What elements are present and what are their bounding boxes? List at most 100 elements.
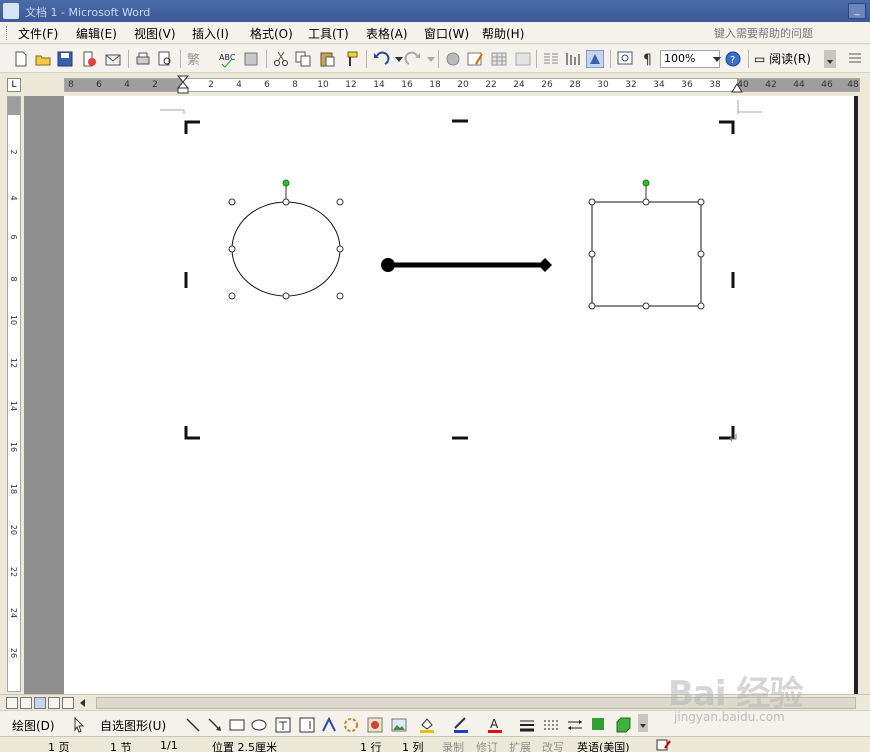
reading-layout-button[interactable]: ▭ 阅读(R) — [754, 50, 818, 68]
menu-format[interactable]: 格式(O) — [250, 25, 293, 42]
new-document-icon[interactable] — [12, 50, 30, 68]
diagram-icon[interactable] — [342, 716, 360, 734]
show-hide-icon[interactable]: ¶ — [640, 50, 658, 68]
status-rec[interactable]: 录制 — [442, 739, 464, 752]
menu-tools[interactable]: 工具(T) — [308, 25, 349, 42]
research-icon[interactable]: 繁 — [186, 50, 204, 68]
draw-menu[interactable]: 绘图(D) — [12, 717, 55, 734]
menu-window[interactable]: 窗口(W) — [424, 25, 469, 42]
paste-icon[interactable] — [318, 50, 336, 68]
text-box-icon[interactable] — [274, 716, 292, 734]
print-icon[interactable] — [134, 50, 152, 68]
autoshapes-menu[interactable]: 自选图形(U) — [100, 717, 166, 734]
rectangle-tool-icon[interactable] — [228, 716, 246, 734]
help-icon[interactable]: ? — [724, 50, 742, 68]
line-color-swatch — [454, 730, 468, 733]
status-language[interactable]: 英语(美国) — [577, 739, 630, 752]
status-ovr[interactable]: 改写 — [542, 739, 564, 752]
canvas-corner-bottom-right[interactable] — [719, 426, 735, 440]
menu-help[interactable]: 帮助(H) — [482, 25, 524, 42]
drawing-canvas[interactable] — [64, 96, 858, 694]
toolbar-separator — [266, 50, 267, 68]
oval-tool-icon[interactable] — [250, 716, 268, 734]
spelling-status-icon[interactable] — [656, 739, 672, 751]
open-icon[interactable] — [34, 50, 52, 68]
top-margin-shade — [8, 97, 20, 115]
dash-style-icon[interactable] — [542, 716, 560, 734]
canvas-corner-bottom-left[interactable] — [184, 426, 200, 440]
menu-edit[interactable]: 编辑(E) — [76, 25, 117, 42]
insert-table-icon[interactable] — [490, 50, 508, 68]
outline-view-button[interactable] — [48, 697, 60, 709]
research-book-icon[interactable] — [242, 50, 260, 68]
menubar-grip[interactable] — [6, 26, 9, 40]
canvas-corner-top-left[interactable] — [184, 120, 200, 134]
horizontal-ruler[interactable]: 8 6 4 2 2 4 6 8 10 12 14 16 18 20 22 24 … — [64, 75, 860, 95]
redo-icon[interactable] — [404, 50, 422, 68]
columns-icon[interactable] — [542, 50, 560, 68]
help-question-box[interactable]: 键入需要帮助的问题 — [714, 25, 856, 41]
font-color-icon[interactable]: A — [486, 716, 504, 734]
insert-picture-icon[interactable] — [390, 716, 408, 734]
save-icon[interactable] — [56, 50, 74, 68]
status-column: 1 列 — [402, 741, 424, 752]
fill-color-icon[interactable] — [418, 716, 436, 734]
toolbar-options-icon[interactable] — [822, 50, 840, 68]
shadow-style-icon[interactable] — [590, 716, 608, 734]
tables-borders-icon[interactable] — [466, 50, 484, 68]
reading-layout-view-button[interactable] — [62, 697, 74, 709]
vertical-ruler[interactable]: 2 4 6 8 10 12 14 16 18 20 22 24 26 — [7, 96, 21, 692]
undo-icon[interactable] — [372, 50, 390, 68]
horizontal-scroll-track[interactable] — [96, 697, 856, 709]
cut-icon[interactable] — [272, 50, 290, 68]
arrow-style-icon[interactable] — [566, 716, 584, 734]
insert-excel-icon[interactable] — [514, 50, 532, 68]
document-page[interactable] — [64, 96, 858, 694]
normal-view-button[interactable] — [6, 697, 18, 709]
ruler-label: 26 — [541, 80, 553, 90]
menu-file[interactable]: 文件(F) — [18, 25, 58, 42]
scroll-left-icon[interactable] — [78, 698, 88, 708]
menu-view[interactable]: 视图(V) — [134, 25, 176, 42]
menu-table[interactable]: 表格(A) — [366, 25, 408, 42]
wordart-icon[interactable] — [320, 716, 338, 734]
menu-insert[interactable]: 插入(I) — [192, 25, 229, 42]
document-map-icon[interactable] — [616, 50, 634, 68]
format-painter-icon[interactable] — [342, 50, 360, 68]
connector-line[interactable] — [381, 258, 552, 272]
read-label: 阅读(R) — [769, 52, 811, 66]
fill-color-swatch — [420, 730, 434, 733]
clip-art-icon[interactable] — [366, 716, 384, 734]
line-tool-icon[interactable] — [184, 716, 202, 734]
line-color-icon[interactable] — [452, 716, 470, 734]
drawing-icon[interactable] — [564, 50, 582, 68]
print-preview-icon[interactable] — [156, 50, 174, 68]
hyperlink-icon[interactable] — [444, 50, 462, 68]
indent-marker-icon[interactable] — [177, 75, 189, 95]
spelling-icon[interactable]: ABC — [218, 50, 236, 68]
status-ext[interactable]: 扩展 — [509, 739, 531, 752]
toolbar-options-icon[interactable] — [636, 714, 654, 732]
web-layout-view-button[interactable] — [20, 697, 32, 709]
status-line: 1 行 — [360, 741, 382, 752]
line-style-icon[interactable] — [518, 716, 536, 734]
word-app-icon[interactable] — [3, 3, 19, 19]
align-icon[interactable] — [846, 50, 864, 68]
vertical-text-box-icon[interactable] — [298, 716, 316, 734]
permission-icon[interactable] — [80, 50, 98, 68]
rectangle-shape[interactable] — [588, 179, 705, 310]
3d-style-icon[interactable] — [614, 716, 632, 734]
status-trk[interactable]: 修订 — [476, 739, 498, 752]
tab-selector[interactable]: L — [7, 78, 21, 92]
email-icon[interactable] — [104, 50, 122, 68]
arrow-tool-icon[interactable] — [206, 716, 224, 734]
print-layout-view-button[interactable] — [34, 697, 46, 709]
canvas-corner-top-right[interactable] — [719, 120, 735, 134]
select-objects-icon[interactable] — [70, 716, 88, 734]
ellipse-shape[interactable] — [228, 179, 344, 300]
copy-icon[interactable] — [294, 50, 312, 68]
vruler-label: 12 — [9, 357, 18, 369]
minimize-button[interactable]: _ — [848, 3, 866, 19]
vruler-label: 16 — [9, 441, 18, 453]
drawing-toolbar-toggle-icon[interactable] — [586, 50, 604, 68]
